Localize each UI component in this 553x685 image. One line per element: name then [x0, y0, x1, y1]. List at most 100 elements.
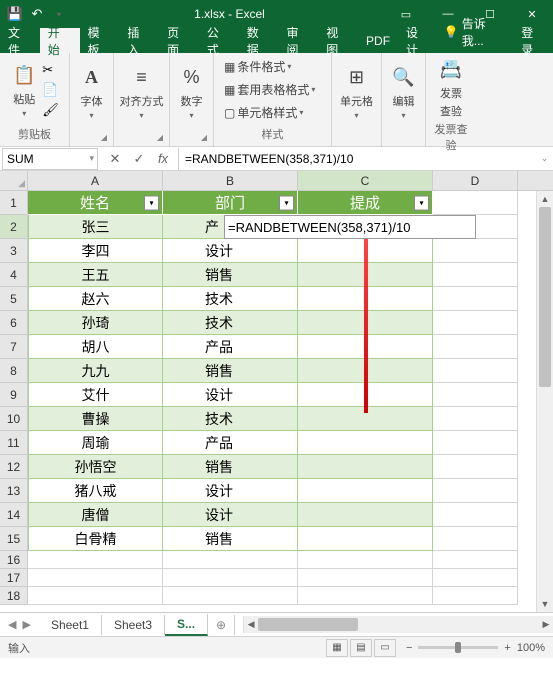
row-header-5[interactable]: 5 — [0, 287, 27, 311]
cell[interactable]: 唐僧 — [28, 503, 163, 527]
cell[interactable]: 白骨精 — [28, 527, 163, 551]
cell[interactable]: 孙琦 — [28, 311, 163, 335]
tab-design[interactable]: 设计 — [398, 28, 438, 53]
normal-view-button[interactable]: ▦ — [326, 639, 348, 657]
grid[interactable]: 姓名▾ 部门▾ 提成▾ 张三产李四设计王五销售赵六技术孙琦技术胡八产品九九销售艾… — [28, 191, 553, 612]
tab-file[interactable]: 文件 — [0, 28, 40, 53]
cell[interactable] — [298, 479, 433, 503]
tab-insert[interactable]: 插入 — [119, 28, 159, 53]
cell[interactable] — [298, 551, 433, 569]
row-header-6[interactable]: 6 — [0, 311, 27, 335]
row-header-15[interactable]: 15 — [0, 527, 27, 551]
formula-input[interactable]: =RANDBETWEEN(358,371)/10 — [178, 148, 536, 170]
font-button[interactable]: A字体▾ — [78, 63, 106, 120]
scrollbar-thumb[interactable] — [539, 207, 551, 387]
confirm-formula-button[interactable]: ✓ — [128, 149, 150, 169]
name-box[interactable]: SUM — [2, 148, 98, 170]
cancel-formula-button[interactable]: ✕ — [104, 149, 126, 169]
cut-icon[interactable]: ✂ — [42, 62, 59, 78]
zoom-control[interactable]: − + 100% — [406, 642, 545, 654]
cell[interactable]: 猪八戒 — [28, 479, 163, 503]
cell[interactable] — [433, 311, 518, 335]
cell[interactable] — [433, 503, 518, 527]
filter-button[interactable]: ▾ — [144, 195, 159, 210]
tab-review[interactable]: 审阅 — [278, 28, 318, 53]
cell[interactable]: 王五 — [28, 263, 163, 287]
select-all-corner[interactable]: ◢ — [0, 171, 28, 191]
cell[interactable]: 九九 — [28, 359, 163, 383]
cell-style-button[interactable]: ▢单元格样式▾ — [222, 103, 305, 122]
col-header-a[interactable]: A — [28, 171, 163, 190]
login-button[interactable]: 登录 — [513, 28, 553, 53]
undo-icon[interactable]: ↶ — [30, 7, 44, 21]
cell[interactable]: 李四 — [28, 239, 163, 263]
cell[interactable] — [298, 431, 433, 455]
cell[interactable] — [433, 551, 518, 569]
cell[interactable]: 销售 — [163, 263, 298, 287]
row-header-9[interactable]: 9 — [0, 383, 27, 407]
row-header-4[interactable]: 4 — [0, 263, 27, 287]
cell[interactable] — [298, 569, 433, 587]
col-header-c[interactable]: C — [298, 171, 433, 190]
tab-formula[interactable]: 公式 — [199, 28, 239, 53]
cell[interactable] — [433, 569, 518, 587]
cell[interactable] — [433, 263, 518, 287]
cell[interactable]: 设计 — [163, 479, 298, 503]
header-commission[interactable]: 提成▾ — [298, 191, 433, 215]
cell[interactable] — [433, 287, 518, 311]
cell[interactable] — [433, 479, 518, 503]
tab-template[interactable]: 模板 — [80, 28, 120, 53]
cell[interactable] — [433, 407, 518, 431]
scroll-left-icon[interactable]: ◀ — [244, 616, 258, 633]
row-header-18[interactable]: 18 — [0, 587, 27, 605]
cell[interactable]: 销售 — [163, 359, 298, 383]
cell-edit-overlay[interactable]: =RANDBETWEEN(358,371)/10 — [224, 215, 476, 239]
cell[interactable] — [433, 455, 518, 479]
table-format-button[interactable]: ▦套用表格格式▾ — [222, 80, 317, 99]
cell[interactable]: 曹操 — [28, 407, 163, 431]
col-header-d[interactable]: D — [433, 171, 518, 190]
cell[interactable] — [433, 383, 518, 407]
row-header-14[interactable]: 14 — [0, 503, 27, 527]
cell[interactable] — [28, 551, 163, 569]
sheet-nav-prev-icon[interactable]: ◀ — [8, 618, 16, 631]
cell[interactable]: 设计 — [163, 239, 298, 263]
cell[interactable] — [433, 431, 518, 455]
paste-button[interactable]: 📋 粘贴 ▾ — [10, 61, 38, 118]
format-painter-icon[interactable]: 🖌 — [42, 102, 59, 118]
cells-button[interactable]: ⊞单元格▾ — [340, 63, 373, 120]
row-header-8[interactable]: 8 — [0, 359, 27, 383]
row-header-13[interactable]: 13 — [0, 479, 27, 503]
cell[interactable] — [298, 455, 433, 479]
dialog-launcher-icon[interactable]: ◢ — [157, 133, 163, 142]
row-header-7[interactable]: 7 — [0, 335, 27, 359]
sheet-tab-3[interactable]: Sheet3 — [102, 615, 165, 635]
cell[interactable] — [298, 503, 433, 527]
cell[interactable] — [433, 587, 518, 605]
cell[interactable]: 艾什 — [28, 383, 163, 407]
tab-pdf[interactable]: PDF — [358, 28, 398, 53]
scroll-right-icon[interactable]: ▶ — [539, 616, 553, 633]
cell[interactable]: 技术 — [163, 311, 298, 335]
conditional-format-button[interactable]: ▦条件格式▾ — [222, 57, 293, 76]
scroll-down-icon[interactable]: ▼ — [537, 596, 553, 612]
fx-button[interactable]: fx — [152, 149, 174, 169]
row-header-16[interactable]: 16 — [0, 551, 27, 569]
expand-formula-icon[interactable]: ⌄ — [536, 153, 553, 164]
number-button[interactable]: %数字▾ — [178, 63, 206, 120]
tab-view[interactable]: 视图 — [318, 28, 358, 53]
scrollbar-thumb[interactable] — [258, 618, 358, 631]
sheet-tab-1[interactable]: Sheet1 — [39, 615, 102, 635]
cell[interactable]: 设计 — [163, 503, 298, 527]
sheet-tab-active[interactable]: S... — [165, 614, 208, 636]
invoice-button[interactable]: 📇发票查验 — [437, 55, 465, 119]
cell[interactable] — [433, 359, 518, 383]
row-header-17[interactable]: 17 — [0, 569, 27, 587]
row-header-12[interactable]: 12 — [0, 455, 27, 479]
cell[interactable]: 销售 — [163, 527, 298, 551]
cell[interactable]: 设计 — [163, 383, 298, 407]
cell[interactable]: 周瑜 — [28, 431, 163, 455]
zoom-out-icon[interactable]: − — [406, 642, 412, 654]
zoom-in-icon[interactable]: + — [504, 642, 510, 654]
filter-button[interactable]: ▾ — [279, 195, 294, 210]
